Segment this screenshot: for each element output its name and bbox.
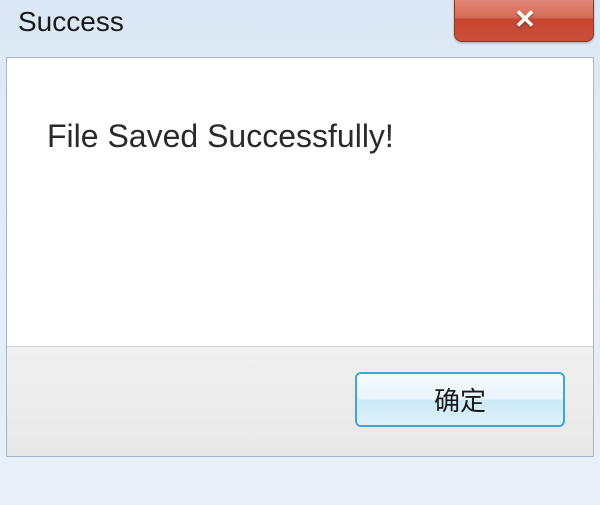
ok-button[interactable]: 确定 (355, 372, 565, 427)
button-area: 确定 (7, 346, 593, 456)
message-text: File Saved Successfully! (47, 118, 394, 155)
message-area: File Saved Successfully! (7, 58, 593, 346)
titlebar: Success ✕ (0, 0, 600, 55)
dialog-title: Success (18, 6, 124, 38)
close-button[interactable]: ✕ (454, 0, 594, 42)
dialog-body: File Saved Successfully! 确定 (6, 57, 594, 457)
close-icon: ✕ (514, 4, 534, 35)
